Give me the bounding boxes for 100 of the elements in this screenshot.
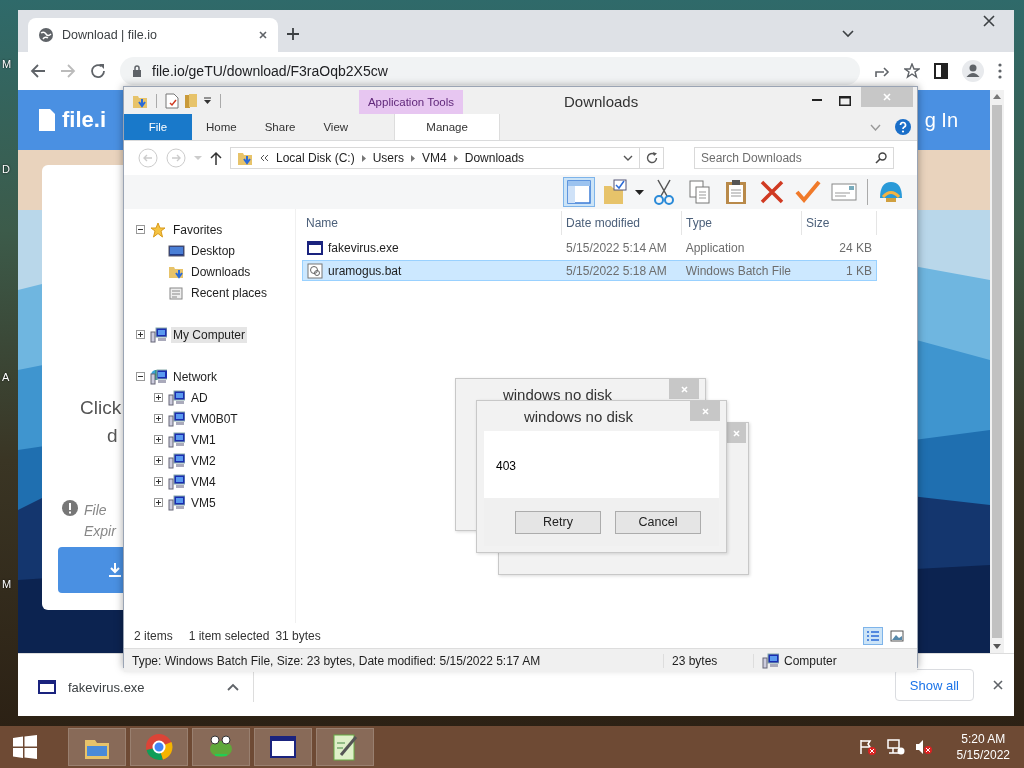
- start-icon[interactable]: [12, 734, 38, 760]
- breadcrumb-arrow-icon[interactable]: [411, 154, 416, 162]
- close-icon[interactable]: [982, 14, 996, 28]
- refresh-icon: [645, 152, 658, 164]
- tree-item[interactable]: Network: [171, 368, 219, 385]
- toolbar-button[interactable]: [563, 177, 595, 207]
- ribbon-tab[interactable]: Share: [250, 114, 310, 140]
- breadcrumb-item[interactable]: VM4: [422, 151, 447, 165]
- flag-icon[interactable]: [858, 739, 877, 755]
- chevron-down-icon[interactable]: [623, 155, 633, 161]
- dialog-button[interactable]: Retry: [515, 510, 601, 534]
- file-row[interactable]: fakevirus.exe 5/15/2022 5:14 AM Application 24 KB: [302, 237, 877, 258]
- collapse-icon[interactable]: [135, 225, 145, 234]
- tree-item[interactable]: VM4: [189, 473, 218, 490]
- ribbon-tab[interactable]: View: [309, 114, 363, 140]
- window-title: Downloads: [564, 93, 639, 110]
- address-bar[interactable]: file.io/geTU/download/F3raOqb2X5cw: [120, 57, 860, 85]
- close-icon[interactable]: [258, 30, 268, 40]
- breadcrumb-arrow-icon[interactable]: [453, 154, 458, 162]
- ribbon-tab[interactable]: Home: [192, 114, 251, 140]
- document-check-icon[interactable]: [165, 92, 179, 109]
- date-cell-text: 5/15/2022 5:18 AM: [565, 263, 668, 278]
- desktop-icon-label[interactable]: M: [2, 58, 12, 70]
- caret-up-icon[interactable]: [227, 683, 239, 691]
- refresh-button[interactable]: [640, 147, 664, 169]
- tree-item[interactable]: My Computer: [171, 326, 248, 343]
- dropdown-icon[interactable]: [635, 189, 644, 195]
- breadcrumb-item[interactable]: Downloads: [464, 151, 525, 165]
- column-header[interactable]: Name: [302, 211, 562, 235]
- tree-item[interactable]: VM2: [189, 452, 218, 469]
- details-view-button[interactable]: [863, 626, 883, 645]
- dialog-button[interactable]: Cancel: [615, 510, 701, 534]
- reload-icon[interactable]: [90, 63, 106, 79]
- browser-tab[interactable]: Download | file.io: [28, 18, 278, 52]
- tree-item[interactable]: Downloads: [189, 263, 253, 280]
- dialog-title: windows no disk: [522, 407, 635, 425]
- side-panel-icon[interactable]: [934, 63, 948, 79]
- prompt-text: Click: [80, 397, 122, 419]
- tree-item[interactable]: VM0B0T: [189, 410, 240, 427]
- scrollbar[interactable]: [990, 90, 1004, 653]
- computer-icon: [168, 452, 185, 469]
- menu-icon[interactable]: [998, 63, 1002, 79]
- scroll-down-icon[interactable]: [993, 644, 1001, 649]
- tree-item[interactable]: VM5: [189, 494, 218, 511]
- clock[interactable]: 5:20 AM 5/15/2022: [956, 731, 1010, 763]
- tree-item[interactable]: Recent places: [189, 284, 270, 301]
- breadcrumb-item[interactable]: Users: [372, 151, 405, 165]
- show-all-button[interactable]: Show all: [894, 669, 974, 701]
- tree-item[interactable]: Desktop: [189, 242, 238, 259]
- search-field[interactable]: Search Downloads: [694, 147, 894, 169]
- file-row[interactable]: uramogus.bat 5/15/2022 5:18 AM Windows Batch File 1 KB: [302, 260, 877, 281]
- expand-icon[interactable]: [153, 477, 163, 486]
- network-icon[interactable]: [886, 739, 905, 755]
- column-header[interactable]: Date modified: [562, 211, 682, 235]
- column-header[interactable]: Type: [682, 211, 802, 235]
- taskbar-button[interactable]: [316, 728, 374, 766]
- lock-icon: [132, 65, 142, 77]
- desktop-icon-label[interactable]: A: [2, 371, 10, 383]
- chevron-down-icon[interactable]: [842, 30, 854, 38]
- window-file-icon: [307, 240, 323, 255]
- ribbon-tab[interactable]: File: [124, 114, 192, 140]
- document-icon[interactable]: [38, 108, 56, 132]
- thumbnails-view-icon: [890, 629, 904, 642]
- star-icon[interactable]: [904, 63, 920, 79]
- profile-icon[interactable]: [962, 60, 984, 82]
- maximize-icon[interactable]: [839, 95, 851, 106]
- muted-speaker-icon[interactable]: [914, 739, 933, 755]
- expand-icon[interactable]: [153, 414, 163, 423]
- expand-icon[interactable]: [153, 498, 163, 507]
- notice-text: Expir: [84, 522, 116, 541]
- breadcrumb-arrow-icon[interactable]: [361, 154, 366, 162]
- ribbon-tab[interactable]: Manage: [394, 114, 501, 140]
- taskbar-button[interactable]: [254, 728, 312, 766]
- tree-item[interactable]: Favorites: [171, 221, 225, 238]
- download-button[interactable]: [58, 547, 123, 593]
- close-icon[interactable]: [992, 679, 1004, 691]
- computer-icon: [762, 652, 779, 669]
- help-icon[interactable]: [895, 119, 911, 135]
- selection-size: 31 bytes: [275, 628, 321, 643]
- minimize-icon[interactable]: [812, 99, 822, 102]
- desktop-icon-label[interactable]: D: [2, 163, 10, 175]
- back-arrow-icon[interactable]: [30, 63, 46, 79]
- column-header[interactable]: Size: [802, 211, 877, 235]
- address-field[interactable]: Local Disk (C:) Users VM4 Downloads: [230, 147, 640, 169]
- collapse-icon[interactable]: [135, 372, 145, 381]
- network-icon: [150, 368, 167, 385]
- breadcrumb-item[interactable]: Local Disk (C:): [276, 151, 355, 165]
- plus-icon[interactable]: [286, 27, 300, 41]
- scroll-up-icon[interactable]: [993, 94, 1001, 99]
- tree-item[interactable]: VM1: [189, 431, 218, 448]
- expand-icon[interactable]: [153, 393, 163, 402]
- expand-icon[interactable]: [135, 330, 145, 339]
- download-icon: [108, 562, 122, 578]
- tree-item[interactable]: AD: [189, 389, 210, 406]
- desktop-icon-label[interactable]: M: [2, 578, 12, 590]
- overflow-chevrons-icon[interactable]: [260, 154, 269, 162]
- expand-icon[interactable]: [153, 435, 163, 444]
- up-arrow-icon[interactable]: [210, 151, 222, 165]
- dropdown-icon[interactable]: [203, 96, 212, 105]
- expand-icon[interactable]: [153, 456, 163, 465]
